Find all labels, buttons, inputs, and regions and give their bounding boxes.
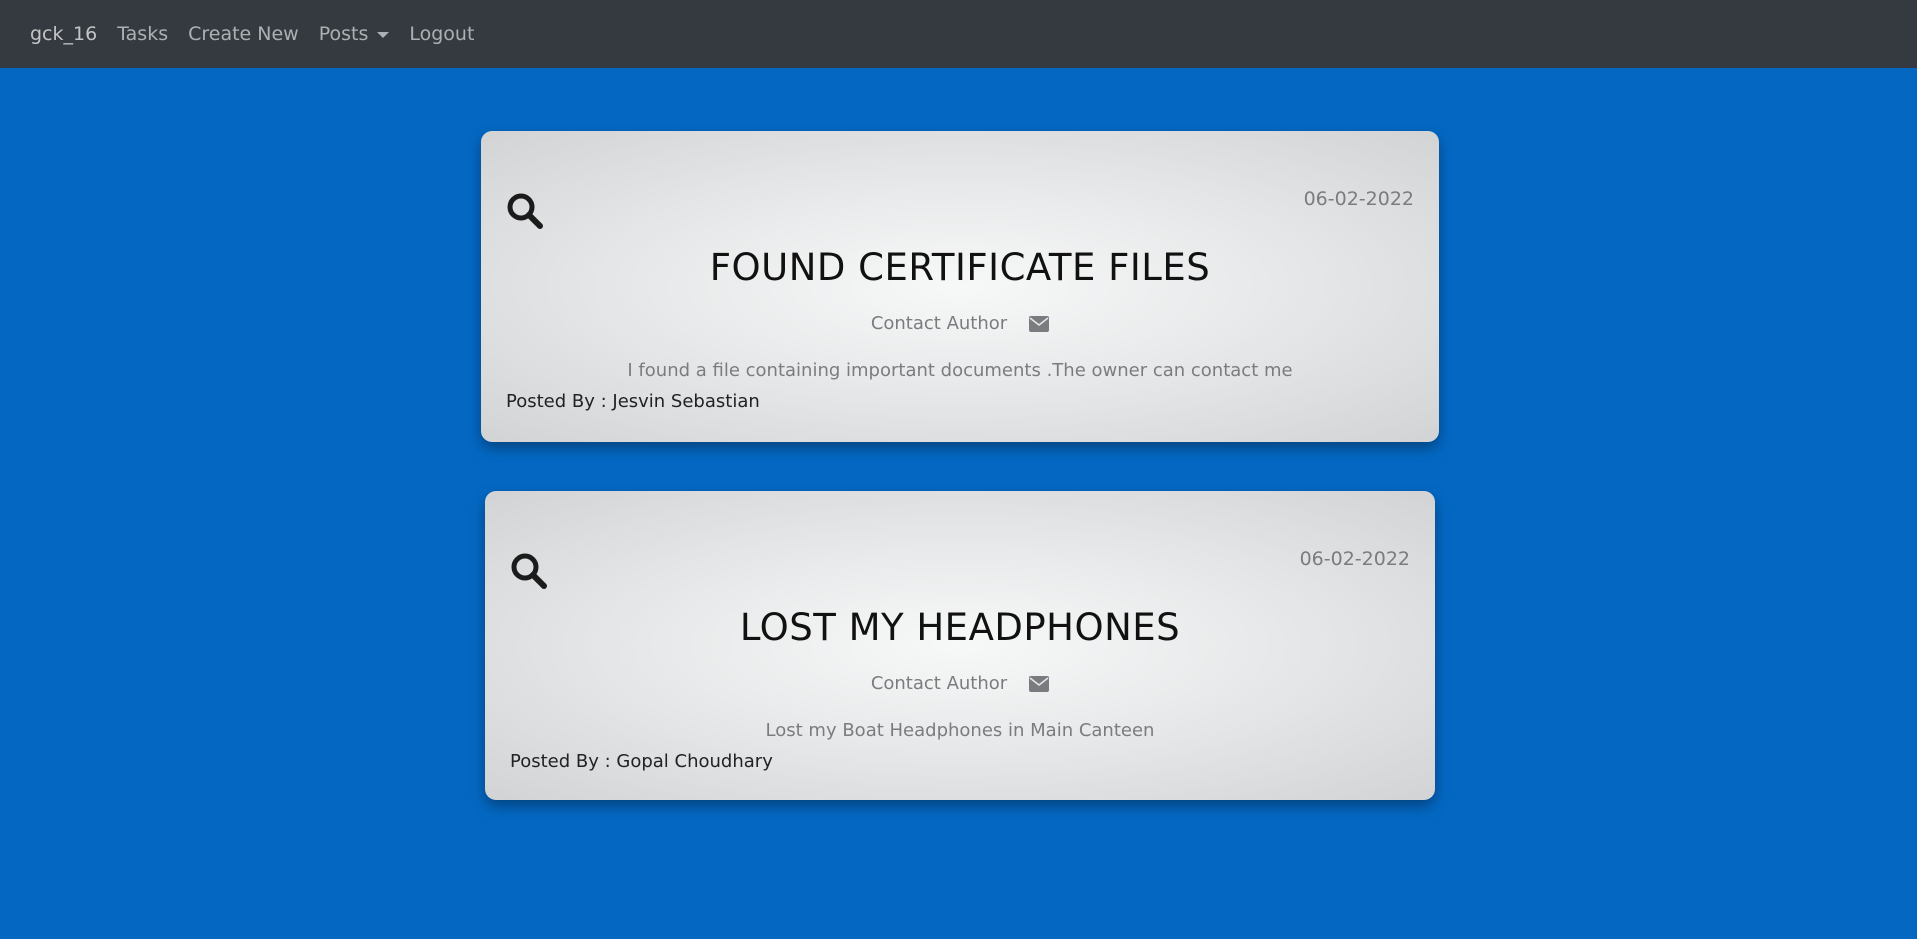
post-title: FOUND CERTIFICATE FILES [709,246,1211,289]
post-description: Lost my Boat Headphones in Main Canteen [765,720,1155,741]
nav-brand[interactable]: gck_16 [30,23,97,45]
search-icon [511,553,547,589]
post-description: I found a file containing important docu… [627,360,1293,381]
nav-link-logout[interactable]: Logout [409,23,474,45]
contact-author-label: Contact Author [870,313,1008,334]
post-author: Posted By : Gopal Choudhary [510,751,773,772]
post-title: LOST MY HEADPHONES [739,606,1181,649]
caret-down-icon [377,32,390,38]
contact-author[interactable]: Contact Author [481,313,1439,334]
envelope-icon[interactable] [1029,315,1050,332]
nav-dropdown-posts[interactable]: Posts [319,23,390,45]
contact-author-label: Contact Author [870,673,1008,694]
post-card: 06-02-2022 FOUND CERTIFICATE FILES Conta… [481,131,1439,442]
envelope-icon[interactable] [1029,675,1050,692]
post-date: 06-02-2022 [1299,548,1410,570]
post-date: 06-02-2022 [1303,188,1414,210]
post-author: Posted By : Jesvin Sebastian [506,391,760,412]
nav-dropdown-posts-label: Posts [318,23,369,45]
nav-link-create-new[interactable]: Create New [188,23,299,45]
post-card: 06-02-2022 LOST MY HEADPHONES Contact Au… [485,491,1435,800]
nav-link-tasks[interactable]: Tasks [117,23,168,45]
navbar: gck_16 Tasks Create New Posts Logout [0,0,1917,68]
contact-author[interactable]: Contact Author [485,673,1435,694]
search-icon [507,193,543,229]
